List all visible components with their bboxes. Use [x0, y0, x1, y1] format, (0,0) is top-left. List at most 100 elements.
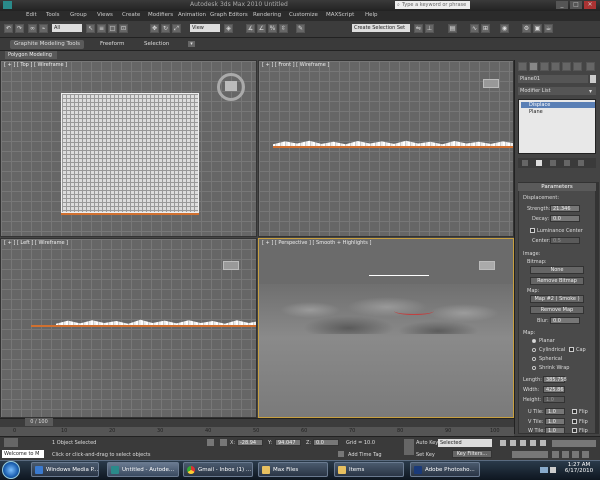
width-spinner[interactable]: 425.86: [543, 386, 565, 393]
redo-icon[interactable]: ↷: [15, 24, 24, 33]
taskbar-item-items[interactable]: Items: [334, 462, 404, 477]
show-end-result-icon[interactable]: [536, 160, 542, 166]
map-button[interactable]: Map #2 ( Smoke ): [530, 295, 584, 303]
menu-customize[interactable]: Customize: [289, 12, 318, 18]
menu-animation[interactable]: Animation: [178, 12, 206, 18]
link-icon[interactable]: ∞: [28, 24, 37, 33]
pin-stack-icon[interactable]: [522, 160, 528, 166]
spinner-snap-icon[interactable]: ⇳: [279, 24, 288, 33]
height-spinner[interactable]: 1.0: [543, 396, 565, 403]
configure-modifier-sets-icon[interactable]: [578, 160, 584, 166]
u-flip-checkbox[interactable]: [572, 409, 577, 414]
selection-filter-dropdown[interactable]: All: [52, 24, 82, 32]
angle-snap-icon[interactable]: ∠: [257, 24, 266, 33]
taskbar-item-chrome[interactable]: Gmail - Inbox (1) ...: [183, 462, 253, 477]
curve-editor-icon[interactable]: ∿: [470, 24, 479, 33]
scale-icon[interactable]: ⤢: [172, 24, 181, 33]
goto-end-icon[interactable]: [540, 440, 546, 446]
tab-selection[interactable]: Selection: [140, 40, 173, 49]
menu-modifiers[interactable]: Modifiers: [148, 12, 173, 18]
stack-item-plane[interactable]: Plane: [521, 109, 595, 115]
command-panel-scrollbar[interactable]: [596, 182, 599, 434]
layer-manager-icon[interactable]: ▤: [448, 24, 457, 33]
undo-icon[interactable]: ↶: [4, 24, 13, 33]
reference-coord-dropdown[interactable]: View: [190, 24, 220, 32]
tab-freeform[interactable]: Freeform: [96, 40, 129, 49]
motion-tab-icon[interactable]: [551, 62, 560, 71]
cylindrical-radio[interactable]: [532, 348, 536, 352]
menu-maxscript[interactable]: MAXScript: [326, 12, 354, 18]
set-key-button[interactable]: Set Key: [416, 452, 435, 458]
plane-object-top[interactable]: [61, 93, 199, 213]
object-color-swatch[interactable]: [590, 75, 596, 83]
menu-help[interactable]: Help: [365, 12, 378, 18]
menu-graph-editors[interactable]: Graph Editors: [210, 12, 248, 18]
key-mode-dropdown[interactable]: Selected: [438, 439, 492, 447]
unlink-icon[interactable]: ⌁: [39, 24, 48, 33]
modify-tab-icon[interactable]: [529, 62, 538, 71]
z-coordinate[interactable]: 0.0: [313, 439, 339, 446]
menu-rendering[interactable]: Rendering: [253, 12, 281, 18]
select-object-icon[interactable]: ↖: [86, 24, 95, 33]
volume-icon[interactable]: [550, 467, 556, 473]
tab-graphite-modeling-tools[interactable]: Graphite Modeling Tools: [10, 40, 85, 49]
add-time-tag[interactable]: Add Time Tag: [348, 452, 382, 458]
select-by-name-icon[interactable]: ≡: [97, 24, 106, 33]
menu-views[interactable]: Views: [97, 12, 113, 18]
zoom-icon[interactable]: [552, 451, 559, 458]
pivot-icon[interactable]: ◈: [224, 24, 233, 33]
viewport-label-top[interactable]: [ + ] [ Top ] [ Wireframe ]: [4, 62, 67, 68]
search-input[interactable]: Type a keyword or phrase: [395, 1, 470, 9]
blur-spinner[interactable]: 0.0: [550, 317, 580, 324]
length-spinner[interactable]: 385.758: [543, 376, 567, 383]
remove-map-button[interactable]: Remove Map: [530, 306, 584, 314]
window-crossing-icon[interactable]: ⊡: [119, 24, 128, 33]
viewport-perspective[interactable]: [ + ] [ Perspective ] [ Smooth + Highlig…: [258, 238, 514, 418]
viewport-label-front[interactable]: [ + ] [ Front ] [ Wireframe ]: [262, 62, 329, 68]
move-icon[interactable]: ✥: [150, 24, 159, 33]
center-spinner[interactable]: 0.5: [550, 237, 580, 244]
hierarchy-tab-icon[interactable]: [540, 62, 549, 71]
taskbar-item-3dsmax[interactable]: Untitled - Autode...: [107, 462, 179, 477]
orbit-icon[interactable]: [582, 451, 589, 458]
chevron-down-icon[interactable]: ▾: [589, 88, 592, 95]
y-coordinate[interactable]: 94.047: [275, 439, 301, 446]
strength-spinner[interactable]: 21.346: [550, 205, 580, 212]
snap-icon[interactable]: ∡: [246, 24, 255, 33]
viewport-label-left[interactable]: [ + ] [ Left ] [ Wireframe ]: [4, 240, 68, 246]
decay-spinner[interactable]: 0.0: [550, 215, 580, 222]
menu-group[interactable]: Group: [70, 12, 87, 18]
stack-item-displace[interactable]: Displace: [521, 102, 595, 108]
viewport-front[interactable]: [ + ] [ Front ] [ Wireframe ]: [258, 60, 514, 237]
planar-radio[interactable]: [532, 339, 536, 343]
viewcube-perspective-icon[interactable]: [479, 261, 495, 270]
menu-edit[interactable]: Edit: [26, 12, 37, 18]
ribbon-options-icon[interactable]: ▾: [188, 41, 195, 47]
viewport-label-perspective[interactable]: [ + ] [ Perspective ] [ Smooth + Highlig…: [262, 240, 371, 246]
menu-create[interactable]: Create: [122, 12, 140, 18]
shrink-wrap-radio[interactable]: [532, 366, 536, 370]
make-unique-icon[interactable]: [550, 160, 556, 166]
display-tab-icon[interactable]: [562, 62, 571, 71]
pan-icon[interactable]: [572, 451, 579, 458]
rollout-title[interactable]: Parameters: [518, 183, 596, 191]
align-icon[interactable]: ⊥: [425, 24, 434, 33]
goto-start-icon[interactable]: [500, 440, 506, 446]
object-name-field[interactable]: Plane01: [518, 75, 588, 83]
wrench-icon[interactable]: [586, 62, 595, 71]
clock[interactable]: 1:27 AM 6/17/2010: [560, 462, 598, 474]
key-filters-button[interactable]: Key Filters...: [452, 450, 492, 458]
u-tile-spinner[interactable]: 1.0: [545, 408, 565, 415]
x-coordinate[interactable]: -28.94: [237, 439, 263, 446]
auto-key-button[interactable]: Auto Key: [416, 440, 438, 446]
minimize-button[interactable]: _: [556, 1, 568, 9]
named-selection-dropdown[interactable]: Create Selection Set: [352, 24, 410, 32]
viewport-top[interactable]: [ + ] [ Top ] [ Wireframe ]: [0, 60, 257, 237]
taskbar-item-media-player[interactable]: Windows Media P...: [31, 462, 99, 477]
render-setup-icon[interactable]: ⚙: [522, 24, 531, 33]
render-icon[interactable]: ☕: [544, 24, 553, 33]
maximize-button[interactable]: □: [570, 1, 582, 9]
previous-frame-icon[interactable]: [510, 440, 516, 446]
zoom-all-icon[interactable]: [562, 451, 569, 458]
bitmap-button[interactable]: None: [530, 266, 584, 274]
